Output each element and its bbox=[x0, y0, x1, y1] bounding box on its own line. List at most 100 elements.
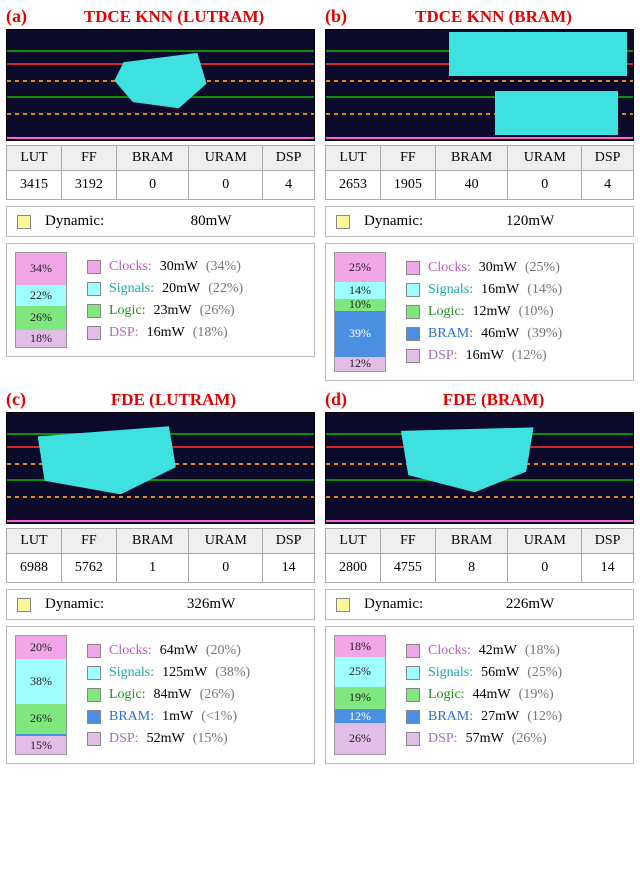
power-pct: (26%) bbox=[512, 731, 547, 747]
td-bram: 8 bbox=[435, 554, 508, 583]
power-stack-seg: 38% bbox=[16, 659, 66, 703]
power-stack-seg: 34% bbox=[16, 253, 66, 285]
power-name: Signals: bbox=[428, 665, 473, 681]
power-stack-seg: 26% bbox=[16, 306, 66, 330]
power-pct: (26%) bbox=[200, 303, 235, 319]
power-stack: 18%25%19%12%26% bbox=[334, 635, 386, 755]
legend-swatch bbox=[406, 710, 420, 724]
power-pct: (38%) bbox=[215, 665, 250, 681]
power-pct: (20%) bbox=[206, 643, 241, 659]
power-stack-seg: 18% bbox=[335, 636, 385, 657]
power-stack: 34%22%26%18% bbox=[15, 252, 67, 348]
power-val: 20mW bbox=[162, 281, 200, 297]
power-row: Signals: 125mW (38%) bbox=[87, 665, 250, 681]
dynamic-power-line: Dynamic: 80mW bbox=[6, 206, 315, 237]
dynamic-power-line: Dynamic: 120mW bbox=[325, 206, 634, 237]
dynamic-label: Dynamic: bbox=[364, 213, 423, 230]
power-row: Clocks: 30mW (25%) bbox=[406, 260, 562, 276]
power-val: 42mW bbox=[479, 643, 517, 659]
panel-title: TDCE KNN (BRAM) bbox=[353, 7, 634, 27]
dynamic-power-line: Dynamic: 326mW bbox=[6, 589, 315, 620]
power-name: Clocks: bbox=[428, 260, 471, 276]
td-dsp: 4 bbox=[582, 171, 634, 200]
td-ff: 4755 bbox=[380, 554, 435, 583]
panel-title: TDCE KNN (LUTRAM) bbox=[33, 7, 315, 27]
dynamic-value: 326mW bbox=[187, 596, 235, 613]
power-row: Logic: 44mW (19%) bbox=[406, 687, 562, 703]
power-val: 1mW bbox=[162, 709, 193, 725]
power-row: DSP: 16mW (18%) bbox=[87, 325, 243, 341]
power-stack-seg: 20% bbox=[16, 636, 66, 659]
th-bram: BRAM bbox=[435, 146, 508, 171]
th-dsp: DSP bbox=[263, 529, 315, 554]
power-stack-seg: 26% bbox=[335, 723, 385, 754]
power-row: Logic: 84mW (26%) bbox=[87, 687, 250, 703]
power-row: DSP: 57mW (26%) bbox=[406, 731, 562, 747]
power-pct: (12%) bbox=[512, 348, 547, 364]
td-ff: 1905 bbox=[380, 171, 435, 200]
power-pct: (10%) bbox=[519, 304, 554, 320]
th-dsp: DSP bbox=[263, 146, 315, 171]
td-lut: 2800 bbox=[326, 554, 381, 583]
power-stack: 20%38%26%15% bbox=[15, 635, 67, 755]
th-ff: FF bbox=[380, 529, 435, 554]
power-val: 44mW bbox=[473, 687, 511, 703]
power-pct: (22%) bbox=[208, 281, 243, 297]
power-breakdown: 20%38%26%15% Clocks: 64mW (20%) Signals:… bbox=[6, 626, 315, 764]
th-ff: FF bbox=[61, 146, 116, 171]
power-name: DSP: bbox=[428, 348, 458, 364]
legend-swatch bbox=[87, 688, 101, 702]
power-row: Clocks: 30mW (34%) bbox=[87, 259, 243, 275]
power-stack-seg: 26% bbox=[16, 704, 66, 734]
power-name: Logic: bbox=[109, 303, 146, 319]
power-row: Signals: 56mW (25%) bbox=[406, 665, 562, 681]
power-pct: (18%) bbox=[525, 643, 560, 659]
power-val: 56mW bbox=[481, 665, 519, 681]
power-pct: (18%) bbox=[193, 325, 228, 341]
power-row: Clocks: 42mW (18%) bbox=[406, 643, 562, 659]
power-pct: (12%) bbox=[527, 709, 562, 725]
resource-table: LUT FF BRAM URAM DSP 3415 3192 0 0 4 bbox=[6, 145, 315, 200]
dynamic-power-line: Dynamic: 226mW bbox=[325, 589, 634, 620]
power-pct: (<1%) bbox=[201, 709, 237, 725]
power-row: Signals: 16mW (14%) bbox=[406, 282, 562, 298]
power-name: DSP: bbox=[109, 731, 139, 747]
th-uram: URAM bbox=[508, 529, 582, 554]
power-val: 46mW bbox=[481, 326, 519, 342]
th-uram: URAM bbox=[508, 146, 582, 171]
th-uram: URAM bbox=[189, 146, 263, 171]
power-val: 125mW bbox=[162, 665, 207, 681]
power-val: 16mW bbox=[147, 325, 185, 341]
panel-tag: (b) bbox=[325, 6, 347, 27]
legend-swatch bbox=[406, 327, 420, 341]
td-uram: 0 bbox=[508, 554, 582, 583]
power-name: Clocks: bbox=[428, 643, 471, 659]
th-uram: URAM bbox=[189, 529, 263, 554]
placement-view bbox=[325, 29, 634, 141]
legend-swatch bbox=[87, 304, 101, 318]
power-pct: (26%) bbox=[200, 687, 235, 703]
resource-table: LUT FF BRAM URAM DSP 2653 1905 40 0 4 bbox=[325, 145, 634, 200]
legend-swatch bbox=[406, 688, 420, 702]
power-legend: Clocks: 30mW (25%) Signals: 16mW (14%) L… bbox=[406, 260, 562, 364]
power-pct: (25%) bbox=[527, 665, 562, 681]
power-name: BRAM: bbox=[109, 709, 154, 725]
power-name: DSP: bbox=[109, 325, 139, 341]
power-name: BRAM: bbox=[428, 326, 473, 342]
legend-swatch bbox=[406, 349, 420, 363]
power-stack-seg: 12% bbox=[335, 709, 385, 723]
dynamic-swatch bbox=[336, 215, 350, 229]
power-val: 30mW bbox=[479, 260, 517, 276]
th-lut: LUT bbox=[7, 529, 62, 554]
power-row: BRAM: 1mW (<1%) bbox=[87, 709, 250, 725]
td-ff: 3192 bbox=[61, 171, 116, 200]
panel-tag: (d) bbox=[325, 389, 347, 410]
td-lut: 2653 bbox=[326, 171, 381, 200]
th-lut: LUT bbox=[326, 529, 381, 554]
power-stack: 25%14%10%39%12% bbox=[334, 252, 386, 372]
th-bram: BRAM bbox=[116, 146, 189, 171]
power-val: 57mW bbox=[466, 731, 504, 747]
power-pct: (19%) bbox=[519, 687, 554, 703]
power-stack-seg: 22% bbox=[16, 285, 66, 306]
power-row: BRAM: 46mW (39%) bbox=[406, 326, 562, 342]
